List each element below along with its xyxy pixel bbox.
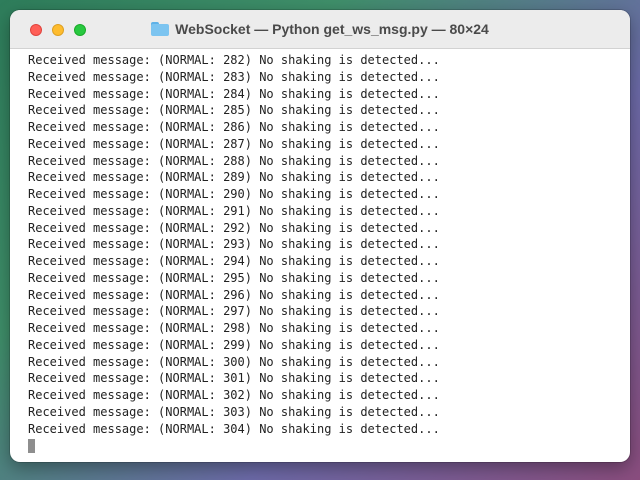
terminal-cursor bbox=[28, 438, 35, 453]
folder-icon bbox=[151, 22, 170, 36]
terminal-line: Received message: (NORMAL: 285) No shaki… bbox=[28, 103, 440, 118]
terminal-line: Received message: (NORMAL: 282) No shaki… bbox=[28, 53, 440, 67]
title-bar[interactable]: WebSocket — Python get_ws_msg.py — 80×24 bbox=[10, 10, 630, 49]
terminal-line: Received message: (NORMAL: 291) No shaki… bbox=[28, 203, 440, 218]
terminal-line: Received message: (NORMAL: 297) No shaki… bbox=[28, 304, 440, 319]
terminal-window[interactable]: WebSocket — Python get_ws_msg.py — 80×24… bbox=[10, 10, 630, 462]
terminal-line: Received message: (NORMAL: 300) No shaki… bbox=[28, 354, 440, 369]
terminal-line: Received message: (NORMAL: 287) No shaki… bbox=[28, 136, 440, 151]
terminal-output[interactable]: Received message: (NORMAL: 282) No shaki… bbox=[10, 49, 630, 462]
terminal-line: Received message: (NORMAL: 289) No shaki… bbox=[28, 170, 440, 185]
terminal-line: Received message: (NORMAL: 284) No shaki… bbox=[28, 86, 440, 101]
terminal-line: Received message: (NORMAL: 293) No shaki… bbox=[28, 237, 440, 252]
terminal-line: Received message: (NORMAL: 294) No shaki… bbox=[28, 254, 440, 268]
terminal-line: Received message: (NORMAL: 292) No shaki… bbox=[28, 220, 440, 235]
terminal-line: Received message: (NORMAL: 295) No shaki… bbox=[28, 270, 440, 285]
terminal-line: Received message: (NORMAL: 296) No shaki… bbox=[28, 287, 440, 302]
terminal-line: Received message: (NORMAL: 298) No shaki… bbox=[28, 321, 440, 335]
window-title: WebSocket — Python get_ws_msg.py — 80×24 bbox=[175, 21, 489, 37]
terminal-prompt-line bbox=[28, 437, 630, 454]
terminal-line: Received message: (NORMAL: 301) No shaki… bbox=[28, 371, 440, 386]
terminal-line: Received message: (NORMAL: 304) No shaki… bbox=[28, 421, 440, 436]
terminal-line: Received message: (NORMAL: 302) No shaki… bbox=[28, 388, 440, 402]
terminal-line: Received message: (NORMAL: 290) No shaki… bbox=[28, 187, 440, 201]
terminal-line: Received message: (NORMAL: 288) No shaki… bbox=[28, 153, 440, 168]
terminal-line: Received message: (NORMAL: 286) No shaki… bbox=[28, 120, 440, 134]
terminal-line: Received message: (NORMAL: 299) No shaki… bbox=[28, 337, 440, 352]
terminal-line: Received message: (NORMAL: 303) No shaki… bbox=[28, 404, 440, 419]
window-title-group: WebSocket — Python get_ws_msg.py — 80×24 bbox=[10, 10, 630, 48]
terminal-line: Received message: (NORMAL: 283) No shaki… bbox=[28, 69, 440, 84]
